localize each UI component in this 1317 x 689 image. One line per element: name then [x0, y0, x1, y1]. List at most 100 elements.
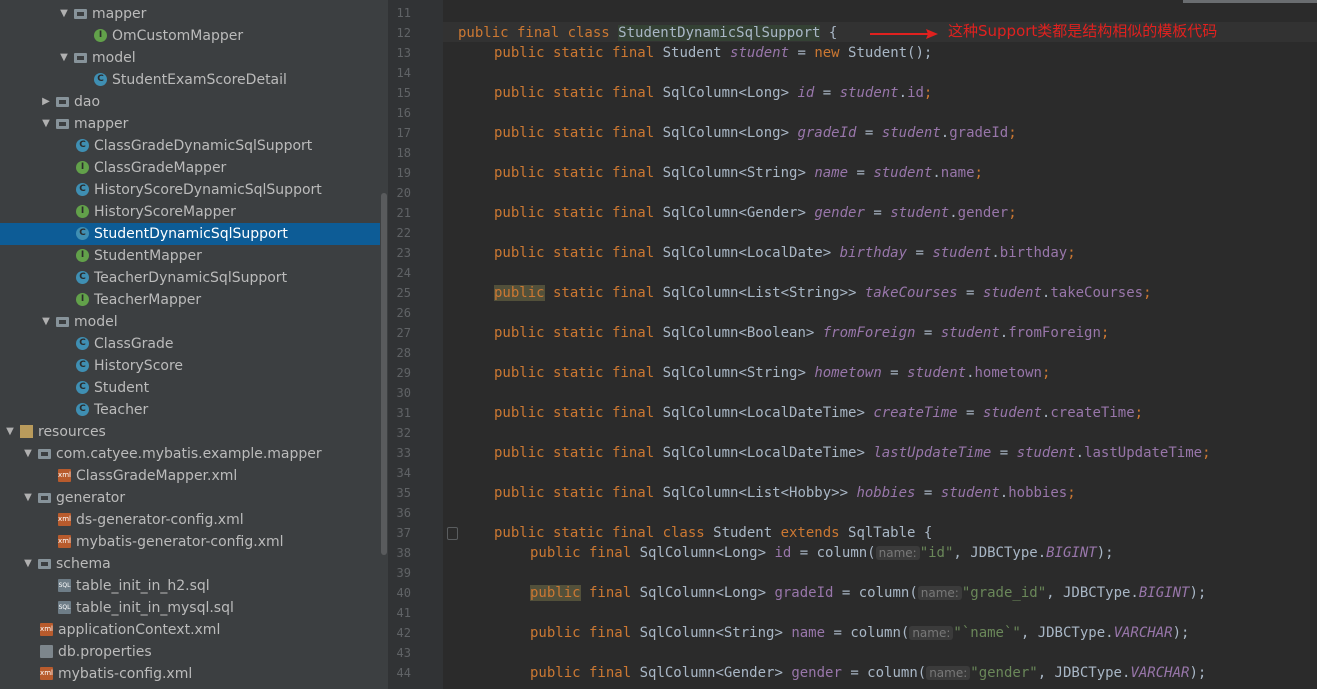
expand-arrow-icon[interactable]: ▼ — [22, 443, 34, 465]
code-type: SqlColumn<List<String>> — [654, 285, 865, 301]
line-number: 28 — [396, 346, 411, 360]
tree-item[interactable]: xml mybatis-config.xml — [0, 663, 380, 685]
tree-item[interactable]: ▼ resources — [0, 421, 380, 443]
code-keyword: extends — [780, 525, 840, 541]
code-keyword: final — [580, 665, 632, 681]
line-number: 42 — [396, 626, 411, 640]
code-editor[interactable]: public final class StudentDynamicSqlSupp… — [443, 0, 1317, 689]
code-field: gradeId — [774, 585, 834, 601]
code-line: public static final SqlColumn<Long> grad… — [494, 123, 1017, 143]
tree-item[interactable]: ▼ generator — [0, 487, 380, 509]
tree-item[interactable]: C ClassGradeDynamicSqlSupport — [0, 135, 380, 157]
folder-icon — [38, 559, 51, 569]
code-keyword-part: public — [494, 245, 545, 261]
tree-item[interactable]: SQL table_init_in_h2.sql — [0, 575, 380, 597]
expand-arrow-icon[interactable]: ▼ — [58, 47, 70, 69]
xml-file-icon: xml — [58, 469, 71, 482]
code-string: "grade_id" — [961, 585, 1047, 601]
tree-item-label: com.catyee.mybatis.example.mapper — [56, 446, 322, 462]
tree-item[interactable]: I ClassGradeMapper — [0, 157, 380, 179]
code-type: SqlColumn<LocalDate> — [654, 245, 840, 261]
tree-item-label: StudentMapper — [94, 248, 202, 264]
tree-item[interactable]: C HistoryScore — [0, 355, 380, 377]
parameter-hint: name: — [875, 546, 920, 560]
code-line: public final SqlColumn<Gender> gender = … — [530, 663, 1206, 683]
code-token: . — [949, 205, 958, 221]
tree-item[interactable]: C StudentDynamicSqlSupport — [0, 223, 380, 245]
line-number: 44 — [396, 666, 411, 680]
expand-arrow-icon[interactable]: ▼ — [4, 421, 16, 443]
code-type: Student — [654, 45, 731, 61]
code-type: SqlColumn<Gender> — [654, 205, 815, 221]
xml-file-icon: xml — [40, 667, 53, 680]
code-token: , JDBCType. — [953, 545, 1047, 561]
code-field-ref: fromForeign — [1008, 325, 1101, 341]
line-number: 39 — [396, 566, 411, 580]
tree-item[interactable]: xml applicationContext.xml — [0, 619, 380, 641]
tree-item[interactable]: C Teacher — [0, 399, 380, 421]
code-constant: VARCHAR — [1113, 625, 1173, 641]
tree-item-label: dao — [74, 94, 101, 110]
tree-item[interactable]: I TeacherMapper — [0, 289, 380, 311]
line-number: 23 — [396, 246, 411, 260]
tree-item[interactable]: I OmCustomMapper — [0, 25, 380, 47]
tree-item[interactable]: ▼ com.catyee.mybatis.example.mapper — [0, 443, 380, 465]
tree-item[interactable]: SQL table_init_in_mysql.sql — [0, 597, 380, 619]
project-tree-scrollbar-thumb[interactable] — [381, 193, 387, 555]
tree-item-label: model — [74, 314, 118, 330]
annotation-text: 这种Support类都是结构相似的模板代码 — [948, 22, 1218, 40]
tree-item[interactable]: ▼ mapper — [0, 113, 380, 135]
code-keyword: public final class — [458, 25, 610, 41]
tree-item[interactable]: ▼ schema — [0, 553, 380, 575]
tree-item[interactable]: ▶ dao — [0, 91, 380, 113]
code-keyword-part: public — [494, 205, 545, 221]
tree-item[interactable]: C TeacherDynamicSqlSupport — [0, 267, 380, 289]
code-field-ref: createTime — [1050, 405, 1135, 421]
tree-item[interactable]: C HistoryScoreDynamicSqlSupport — [0, 179, 380, 201]
expand-arrow-icon[interactable]: ▼ — [22, 487, 34, 509]
interface-icon: I — [76, 161, 89, 174]
class-icon: C — [94, 73, 107, 86]
tree-item[interactable]: ▼ model — [0, 311, 380, 333]
class-icon: C — [76, 227, 89, 240]
tree-item-label: Student — [94, 380, 150, 396]
tree-item[interactable]: C StudentExamScoreDetail — [0, 69, 380, 91]
code-token: ; — [1008, 205, 1017, 221]
interface-icon: I — [76, 249, 89, 262]
code-token: = — [991, 445, 1017, 461]
tree-item-label: HistoryScoreDynamicSqlSupport — [94, 182, 322, 198]
expand-arrow-icon[interactable]: ▼ — [40, 113, 52, 135]
tree-item[interactable]: C Student — [0, 377, 380, 399]
code-field: createTime — [873, 405, 958, 421]
tree-item[interactable]: I HistoryScoreMapper — [0, 201, 380, 223]
annotation-arrow-icon — [870, 29, 938, 39]
code-keyword: final — [580, 625, 632, 641]
code-keyword-part: public — [494, 165, 545, 181]
tree-item[interactable]: ▼ mapper — [0, 3, 380, 25]
expand-arrow-icon[interactable]: ▼ — [58, 3, 70, 25]
code-token: . — [999, 325, 1009, 341]
code-keyword: static final — [544, 205, 655, 221]
tree-item[interactable]: xml ds-generator-config.xml — [0, 509, 380, 531]
collapse-arrow-icon[interactable]: ▶ — [40, 91, 52, 113]
class-icon: C — [76, 183, 89, 196]
code-constant: BIGINT — [1046, 545, 1097, 561]
project-tree-scrollbar[interactable] — [380, 0, 388, 689]
tree-item-label: HistoryScore — [94, 358, 184, 374]
tree-item[interactable]: xml mybatis-generator-config.xml — [0, 531, 380, 553]
expand-arrow-icon[interactable]: ▼ — [40, 311, 52, 333]
code-string: "gender" — [970, 665, 1038, 681]
code-field: gender — [814, 205, 865, 221]
tree-item[interactable]: xml ClassGradeMapper.xml — [0, 465, 380, 487]
code-token: ; — [1008, 125, 1017, 141]
code-keyword-part: public — [494, 85, 545, 101]
tree-item[interactable]: I StudentMapper — [0, 245, 380, 267]
line-number: 29 — [396, 366, 411, 380]
code-field: gradeId — [797, 125, 857, 141]
tree-item[interactable]: C ClassGrade — [0, 333, 380, 355]
code-line: public final class StudentDynamicSqlSupp… — [458, 23, 837, 43]
folder-icon — [56, 317, 69, 327]
tree-item[interactable]: ▼ model — [0, 47, 380, 69]
expand-arrow-icon[interactable]: ▼ — [22, 553, 34, 575]
tree-item[interactable]: db.properties — [0, 641, 380, 663]
